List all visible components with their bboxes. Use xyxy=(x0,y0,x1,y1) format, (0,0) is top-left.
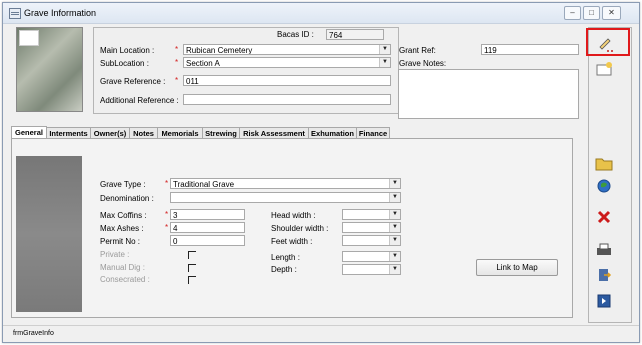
chevron-down-icon[interactable]: ▼ xyxy=(379,58,390,67)
photo-thumbnail xyxy=(19,30,39,46)
permit-no-input[interactable]: 0 xyxy=(170,235,245,246)
consecrated-checkbox[interactable] xyxy=(188,276,196,284)
sublocation-label: SubLocation : xyxy=(100,59,149,68)
grave-reference-label: Grave Reference : xyxy=(100,77,166,86)
depth-label: Depth : xyxy=(271,265,297,274)
title-bar: Grave Information – □ ✕ xyxy=(3,3,639,24)
chevron-down-icon[interactable]: ▼ xyxy=(389,179,400,188)
status-bar: frmGraveInfo xyxy=(3,325,639,342)
grave-reference-input[interactable]: 011 xyxy=(183,75,391,86)
grave-information-window: Grave Information – □ ✕ Bacas ID : 764 M… xyxy=(2,2,640,343)
exit-button[interactable] xyxy=(592,291,616,311)
max-coffins-input[interactable]: 3 xyxy=(170,209,245,220)
chevron-down-icon[interactable]: ▼ xyxy=(389,223,400,232)
open-folder-icon xyxy=(595,158,613,171)
form-icon xyxy=(9,8,21,19)
web-button[interactable] xyxy=(592,176,616,196)
edit-pencil-icon xyxy=(599,38,613,52)
bacas-id-label: Bacas ID : xyxy=(277,30,314,39)
private-checkbox[interactable] xyxy=(188,251,196,259)
chevron-down-icon[interactable]: ▼ xyxy=(389,210,400,219)
grave-type-select[interactable]: Traditional Grave ▼ xyxy=(170,178,401,189)
grant-ref-label: Grant Ref: xyxy=(399,46,436,55)
chevron-down-icon[interactable]: ▼ xyxy=(379,45,390,54)
grave-photo[interactable] xyxy=(16,27,83,112)
open-folder-button[interactable] xyxy=(592,153,616,173)
private-label: Private : xyxy=(100,250,130,259)
required-marker: * xyxy=(165,210,169,219)
max-ashes-input[interactable]: 4 xyxy=(170,222,245,233)
required-marker: * xyxy=(175,76,179,85)
chevron-down-icon[interactable]: ▼ xyxy=(389,252,400,261)
grave-type-image xyxy=(16,156,82,312)
permit-no-label: Permit No : xyxy=(100,237,141,246)
chevron-down-icon[interactable]: ▼ xyxy=(389,265,400,274)
length-label: Length : xyxy=(271,253,300,262)
denomination-select[interactable]: ▼ xyxy=(170,192,401,203)
delete-button[interactable] xyxy=(592,207,616,227)
manual-dig-checkbox[interactable] xyxy=(188,264,196,272)
max-coffins-label: Max Coffins : xyxy=(100,211,147,220)
globe-icon xyxy=(597,179,611,193)
grave-notes-textarea[interactable] xyxy=(398,69,579,119)
sublocation-value: Section A xyxy=(186,59,220,68)
length-select[interactable]: ▼ xyxy=(342,251,401,262)
delete-x-icon xyxy=(597,210,611,224)
chevron-down-icon[interactable]: ▼ xyxy=(389,236,400,245)
consecrated-label: Consecrated : xyxy=(100,275,150,284)
manual-dig-label: Manual Dig : xyxy=(100,263,145,272)
additional-reference-label: Additional Reference : xyxy=(100,96,179,105)
head-width-select[interactable]: ▼ xyxy=(342,209,401,220)
depth-select[interactable]: ▼ xyxy=(342,264,401,275)
chevron-down-icon[interactable]: ▼ xyxy=(389,193,400,202)
main-location-label: Main Location : xyxy=(100,46,155,55)
print-button[interactable] xyxy=(592,240,616,260)
feet-width-label: Feet width : xyxy=(271,237,313,246)
shoulder-width-label: Shoulder width : xyxy=(271,224,329,233)
required-marker: * xyxy=(175,45,179,54)
main-location-value: Rubican Cemetery xyxy=(186,46,253,55)
max-ashes-label: Max Ashes : xyxy=(100,224,144,233)
close-button[interactable]: ✕ xyxy=(602,6,621,20)
grave-type-label: Grave Type : xyxy=(100,180,146,189)
new-record-button[interactable] xyxy=(592,59,616,79)
required-marker: * xyxy=(175,58,179,67)
denomination-label: Denomination : xyxy=(100,194,154,203)
required-marker: * xyxy=(165,223,169,232)
shoulder-width-select[interactable]: ▼ xyxy=(342,222,401,233)
bacas-id-field: 764 xyxy=(326,29,384,40)
export-button[interactable] xyxy=(592,265,616,285)
additional-reference-input[interactable] xyxy=(183,94,391,105)
new-record-icon xyxy=(596,62,612,76)
form-name-label: frmGraveInfo xyxy=(13,330,54,337)
link-to-map-button[interactable]: Link to Map xyxy=(476,259,558,276)
required-marker: * xyxy=(165,179,169,188)
head-width-label: Head width : xyxy=(271,211,316,220)
grant-ref-field[interactable]: 119 xyxy=(481,44,579,55)
window-title: Grave Information xyxy=(24,8,97,18)
grave-type-value: Traditional Grave xyxy=(173,180,235,189)
feet-width-select[interactable]: ▼ xyxy=(342,235,401,246)
edit-button[interactable] xyxy=(592,33,616,53)
exit-icon xyxy=(597,294,611,308)
sublocation-select[interactable]: Section A ▼ xyxy=(183,57,391,68)
grave-notes-label: Grave Notes: xyxy=(399,59,447,68)
maximize-button[interactable]: □ xyxy=(583,6,600,20)
export-icon xyxy=(599,269,612,281)
minimize-button[interactable]: – xyxy=(564,6,581,20)
main-location-select[interactable]: Rubican Cemetery ▼ xyxy=(183,44,391,55)
print-icon xyxy=(597,243,611,255)
